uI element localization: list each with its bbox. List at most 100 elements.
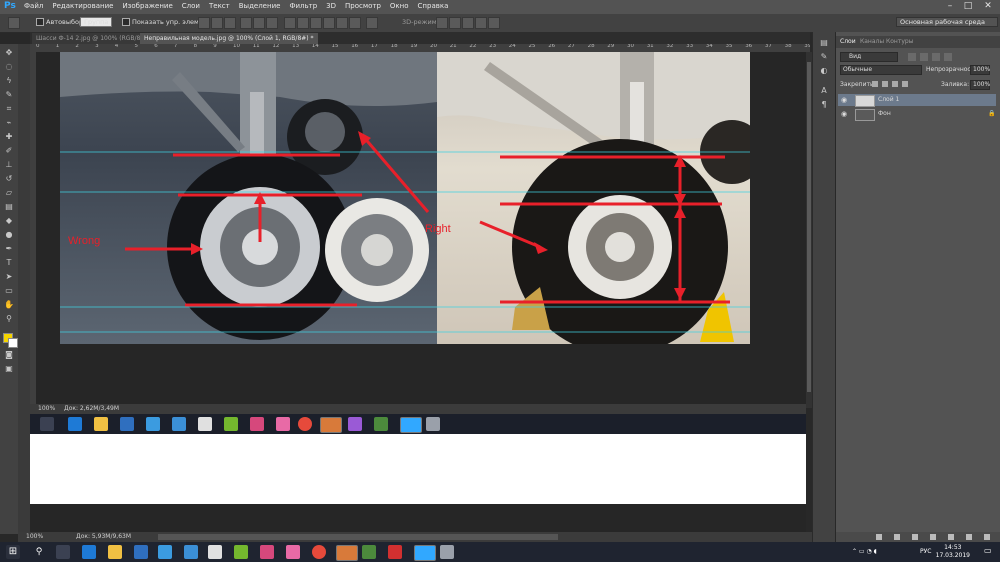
distribute-left-icon[interactable] [323, 17, 335, 29]
search-icon[interactable]: ⚲ [32, 545, 46, 559]
dodge-tool-icon[interactable]: ● [3, 230, 15, 240]
3d-slide-icon[interactable] [475, 17, 487, 29]
filter-shape-icon[interactable] [944, 53, 952, 61]
screen-mode-icon[interactable]: ▣ [3, 364, 15, 374]
autoselect-dropdown[interactable]: Группа [80, 17, 113, 27]
explorer-icon[interactable] [108, 545, 122, 559]
menu-help[interactable]: Справка [418, 2, 449, 10]
new-layer-icon[interactable] [966, 534, 972, 540]
add-mask-icon[interactable] [912, 534, 918, 540]
app-icon[interactable] [440, 545, 454, 559]
zoom-field-1[interactable]: 100% [38, 405, 55, 412]
lock-all-icon[interactable] [902, 81, 908, 87]
tab-channels[interactable]: Каналы [860, 38, 884, 45]
brush-tool-icon[interactable]: ✐ [3, 146, 15, 156]
tray-icons[interactable]: ⌃ ▭ ◔ ◖ [852, 548, 912, 556]
windows-start-icon[interactable]: ⊞ [6, 545, 20, 559]
zoom-field-2[interactable]: 100% [26, 533, 43, 540]
mail-icon[interactable] [208, 545, 222, 559]
workspace-dropdown[interactable]: Основная рабочая среда [896, 17, 998, 27]
distribute-vcenter-icon[interactable] [297, 17, 309, 29]
lock-transparent-icon[interactable] [872, 81, 878, 87]
path-select-tool-icon[interactable]: ➤ [3, 272, 15, 282]
menu-file[interactable]: Файл [24, 2, 43, 10]
visibility-eye-icon[interactable]: ◉ [841, 94, 851, 106]
distribute-hcenter-icon[interactable] [336, 17, 348, 29]
app-icon[interactable] [286, 545, 300, 559]
notifications-icon[interactable]: ▭ [984, 546, 994, 558]
filter-type-icon[interactable] [932, 53, 940, 61]
shape-tool-icon[interactable]: ▭ [3, 286, 15, 296]
menu-select[interactable]: Выделение [239, 2, 281, 10]
nvidia-icon[interactable] [234, 545, 248, 559]
healing-brush-tool-icon[interactable]: ✚ [3, 132, 15, 142]
chrome-icon[interactable] [312, 545, 326, 559]
blend-mode-dropdown[interactable]: Обычные [840, 65, 922, 75]
history-brush-tool-icon[interactable]: ↺ [3, 174, 15, 184]
character-panel-icon[interactable]: A [818, 86, 830, 96]
menu-filter[interactable]: Фильтр [289, 2, 317, 10]
distribute-bottom-icon[interactable] [310, 17, 322, 29]
document-canvas[interactable]: Wrong Right [36, 52, 806, 408]
adjustment-layer-icon[interactable] [930, 534, 936, 540]
menu-view[interactable]: Просмотр [345, 2, 381, 10]
3d-pan-icon[interactable] [462, 17, 474, 29]
crop-tool-icon[interactable]: ⌗ [3, 104, 15, 114]
minimize-button[interactable]: – [944, 1, 956, 13]
new-group-icon[interactable] [948, 534, 954, 540]
app-icon[interactable] [362, 545, 376, 559]
clone-stamp-tool-icon[interactable]: ⊥ [3, 160, 15, 170]
autoselect-checkbox-row[interactable]: Автовыбор: [36, 18, 85, 26]
lock-position-icon[interactable] [892, 81, 898, 87]
filter-adjust-icon[interactable] [920, 53, 928, 61]
gradient-tool-icon[interactable]: ▤ [3, 202, 15, 212]
store-icon[interactable] [134, 545, 148, 559]
maximize-button[interactable]: □ [962, 1, 974, 13]
menu-layers[interactable]: Слои [182, 2, 200, 10]
lasso-tool-icon[interactable]: ϟ [3, 76, 15, 86]
align-hcenter-icon[interactable] [253, 17, 265, 29]
pen-tool-icon[interactable]: ✒ [3, 244, 15, 254]
language-indicator[interactable]: РУС [920, 548, 931, 555]
menu-window[interactable]: Окно [390, 2, 409, 10]
show-controls-row[interactable]: Показать упр. элем. [122, 18, 201, 26]
fill-input[interactable]: 100% [970, 80, 990, 90]
delete-layer-icon[interactable] [984, 534, 990, 540]
adjustments-panel-icon[interactable]: ◐ [818, 66, 830, 76]
layer-filter-dropdown[interactable]: Вид [840, 52, 898, 62]
photoshop-task-icon[interactable] [414, 545, 436, 561]
3d-scale-icon[interactable] [488, 17, 500, 29]
blur-tool-icon[interactable]: ◆ [3, 216, 15, 226]
lock-pixels-icon[interactable] [882, 81, 888, 87]
align-left-icon[interactable] [240, 17, 252, 29]
move-tool-icon[interactable]: ✥ [3, 48, 15, 58]
opacity-input[interactable]: 100% [970, 65, 990, 75]
tab-doc-1[interactable]: Шасси Ф-14 2.jpg @ 100% (RGB/8#) [32, 33, 152, 44]
pdf-icon[interactable] [388, 545, 402, 559]
marquee-tool-icon[interactable]: ◌ [3, 62, 15, 72]
align-top-icon[interactable] [198, 17, 210, 29]
menu-3d[interactable]: 3D [326, 2, 336, 10]
app-icon[interactable] [336, 545, 358, 561]
layer-row-selected[interactable]: ◉ Слой 1 [838, 94, 996, 107]
show-controls-checkbox[interactable] [122, 18, 130, 26]
app-icon[interactable] [158, 545, 172, 559]
align-vcenter-icon[interactable] [211, 17, 223, 29]
type-tool-icon[interactable]: T [3, 258, 15, 268]
3d-orbit-icon[interactable] [436, 17, 448, 29]
app-icon[interactable] [184, 545, 198, 559]
move-tool-preset-icon[interactable] [8, 17, 20, 29]
auto-align-icon[interactable] [366, 17, 378, 29]
distribute-right-icon[interactable] [349, 17, 361, 29]
background-color-swatch[interactable] [8, 338, 18, 348]
menu-edit[interactable]: Редактирование [52, 2, 113, 10]
tab-doc-2[interactable]: Неправильная модель.jpg @ 100% (Слой 1, … [140, 33, 318, 44]
menu-image[interactable]: Изображение [122, 2, 172, 10]
hand-tool-icon[interactable]: ✋ [3, 300, 15, 310]
tab-paths[interactable]: Контуры [886, 38, 913, 45]
paragraph-panel-icon[interactable]: ¶ [818, 100, 830, 110]
clock[interactable]: 14:53 17.03.2019 [936, 544, 970, 560]
distribute-top-icon[interactable] [284, 17, 296, 29]
horizontal-scrollbar[interactable] [158, 534, 558, 540]
layer-style-icon[interactable] [894, 534, 900, 540]
